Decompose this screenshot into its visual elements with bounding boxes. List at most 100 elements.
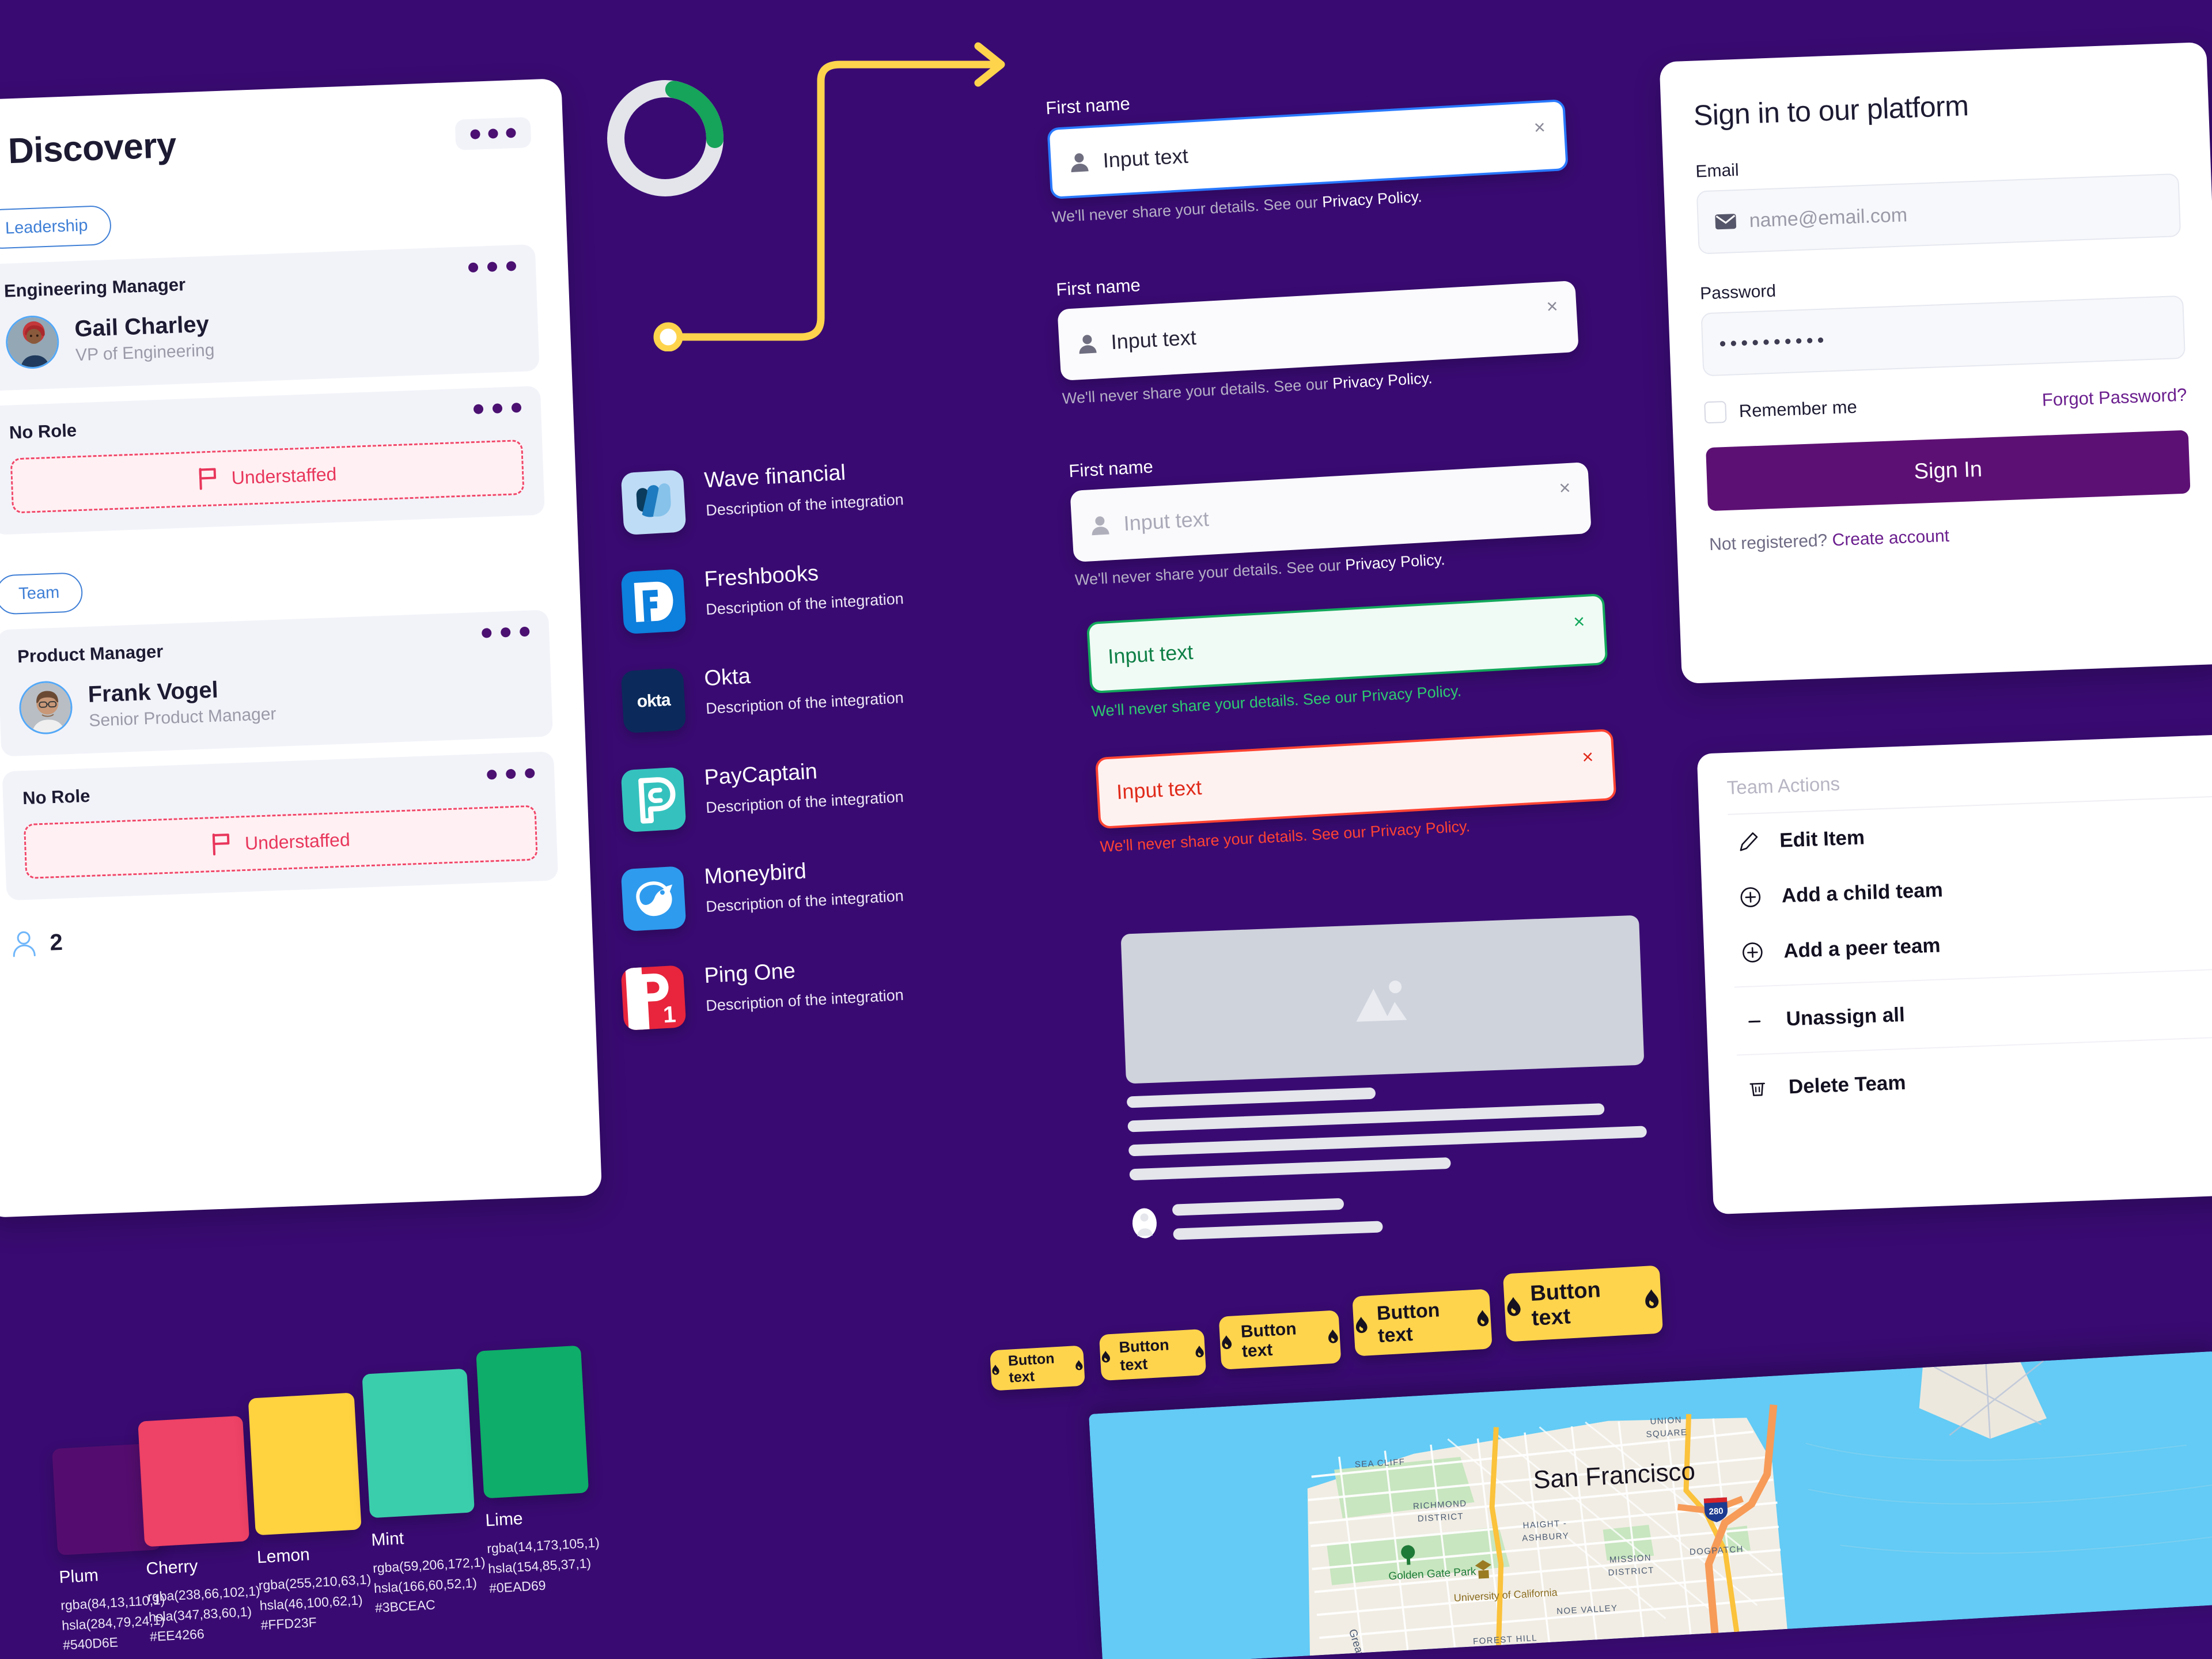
person-row[interactable]: Frank Vogel Senior Product Manager [18, 664, 533, 736]
role-label: Engineering Manager [3, 274, 186, 301]
privacy-policy-link[interactable]: Privacy Policy. [1370, 817, 1471, 840]
clear-icon[interactable]: × [1573, 611, 1585, 633]
flame-icon [1507, 1297, 1521, 1316]
menu-item-label: Add a child team [1781, 878, 1944, 907]
checkbox-icon [1704, 400, 1727, 424]
role-card-menu-button[interactable] [487, 768, 535, 780]
list-item-paycaptain[interactable]: PayCaptain Description of the integratio… [620, 746, 1062, 833]
input-value: Input text [1110, 325, 1197, 354]
create-account-link[interactable]: Create account [1832, 527, 1950, 550]
understaffed-badge[interactable]: Understaffed [23, 805, 538, 880]
kebab-menu-icon [506, 127, 516, 138]
person-name: Frank Vogel [87, 677, 219, 707]
group-pill-leadership[interactable]: Leadership [0, 204, 112, 250]
image-placeholder [1120, 915, 1645, 1084]
flame-icon [1101, 1351, 1110, 1363]
flame-icon [1645, 1289, 1659, 1308]
menu-item-label: Unassign all [1785, 1003, 1906, 1031]
list-item-wave-financial[interactable]: Wave financial Description of the integr… [620, 449, 1062, 536]
role-card-menu-button[interactable] [468, 261, 517, 273]
discovery-menu-button[interactable] [454, 117, 532, 150]
privacy-policy-link[interactable]: Privacy Policy. [1361, 682, 1462, 705]
button-label: Button text [1118, 1336, 1170, 1374]
privacy-policy-link[interactable]: Privacy Policy. [1321, 188, 1422, 211]
forgot-password-link[interactable]: Forgot Password? [2041, 385, 2187, 411]
integration-description: Description of the integration [705, 688, 904, 717]
person-icon [1079, 335, 1097, 354]
remember-me-checkbox[interactable]: Remember me [1704, 396, 1857, 424]
integration-description: Description of the integration [705, 986, 904, 1014]
skeleton-line [1128, 1126, 1647, 1157]
group-leadership: Leadership Engineering Manager Gail Char… [0, 190, 545, 535]
understaffed-label: Understaffed [244, 828, 351, 854]
swatch-name: Lime [484, 1509, 524, 1531]
list-item-okta[interactable]: okta Okta Description of the integration [620, 647, 1062, 734]
swatch-values: rgba(14,173,105,1) hsla(154,85,37,1) #0EAD… [486, 1535, 600, 1596]
integration-description: Description of the integration [705, 787, 904, 816]
privacy-policy-link[interactable]: Privacy Policy. [1344, 551, 1445, 574]
flame-icon [992, 1365, 999, 1375]
list-item-freshbooks[interactable]: Freshbooks Description of the integratio… [620, 548, 1062, 635]
button-xs[interactable]: Button text [990, 1345, 1085, 1391]
discovery-card: Discovery Leadership Engineering Manager [0, 78, 603, 1218]
role-card-no-role-2: No Role Understaffed [2, 751, 559, 901]
input-value: Input text [1116, 775, 1203, 804]
password-field[interactable]: •••••••••• [1700, 295, 2186, 377]
sign-in-button[interactable]: Sign In [1706, 430, 2191, 512]
pencil-icon [1740, 832, 1758, 851]
sign-in-options-row: Remember me Forgot Password? [1704, 384, 2187, 424]
role-card-menu-button[interactable] [481, 626, 530, 638]
group-pill-team[interactable]: Team [0, 572, 84, 615]
button-sm[interactable]: Button text [1099, 1328, 1207, 1381]
kebab-menu-icon [524, 768, 535, 779]
integration-name: Freshbooks [703, 561, 819, 592]
swatch-chip [138, 1415, 250, 1547]
page-title: Discovery [7, 125, 177, 172]
freshbooks-logo [620, 569, 687, 635]
skeleton-line [1129, 1157, 1451, 1181]
button-md[interactable]: Button text [1218, 1310, 1342, 1370]
role-card-no-role-1: No Role Understaffed [0, 385, 545, 535]
skeleton-line [1172, 1198, 1344, 1216]
plus-circle-icon [1740, 887, 1761, 907]
swatch-name: Cherry [145, 1556, 199, 1579]
clear-icon[interactable]: × [1581, 746, 1594, 768]
menu-item-delete-team[interactable]: Delete Team [1737, 1042, 2212, 1116]
list-item-moneybird[interactable]: Moneybird Description of the integration [620, 845, 1062, 932]
list-item-ping-one[interactable]: 1 Ping One Description of the integratio… [620, 944, 1062, 1031]
form-field-first-name-focused: First name Input text × We'll never shar… [1045, 69, 1570, 226]
clear-icon[interactable]: × [1546, 296, 1559, 318]
okta-logo: okta [620, 668, 687, 734]
role-card-menu-button[interactable] [473, 402, 522, 414]
clear-icon: × [1558, 476, 1571, 499]
menu-item-unassign-all[interactable]: Unassign all [1734, 974, 2212, 1048]
avatar [5, 315, 60, 370]
group-team: Team Product Manager Frank Vogel Senior … [0, 555, 559, 901]
button-xl[interactable]: Button text [1502, 1265, 1664, 1342]
privacy-policy-link[interactable]: Privacy Policy. [1332, 369, 1433, 392]
wave-financial-logo [620, 469, 687, 536]
avatar [18, 680, 74, 736]
create-account-row: Not registered? Create account [1709, 526, 1950, 555]
understaffed-badge[interactable]: Understaffed [10, 439, 525, 514]
swatch-values: rgba(255,210,63,1) hsla(46,100,62,1) #FFD2… [258, 1571, 372, 1633]
email-field[interactable]: name@email.com [1696, 173, 2181, 255]
remember-me-label: Remember me [1738, 396, 1858, 422]
form-field-success: Input text × We'll never share your deta… [1086, 593, 1609, 721]
integration-name: PayCaptain [703, 759, 818, 790]
button-lg[interactable]: Button text [1352, 1289, 1493, 1357]
integration-description: Description of the integration [705, 490, 904, 519]
svg-text:okta: okta [637, 691, 672, 711]
swatch-chip [362, 1368, 475, 1518]
clear-icon[interactable]: × [1533, 116, 1546, 139]
integration-name: Okta [703, 664, 751, 691]
swatch-values: rgba(238,66,102,1) hsla(347,83,60,1) #EE42… [147, 1583, 261, 1645]
kebab-menu-icon [492, 403, 503, 414]
integration-name: Moneybird [703, 859, 807, 889]
person-role: Senior Product Manager [88, 704, 276, 730]
integration-list: Wave financial Description of the integr… [620, 461, 1062, 1055]
form-field-first-name-disabled: First name Input text × We'll never shar… [1068, 432, 1593, 589]
role-card-engineering-manager: Engineering Manager Gail Charley VP of E… [0, 244, 540, 391]
person-row[interactable]: Gail Charley VP of Engineering [5, 298, 520, 370]
email-placeholder: name@email.com [1749, 203, 1908, 232]
